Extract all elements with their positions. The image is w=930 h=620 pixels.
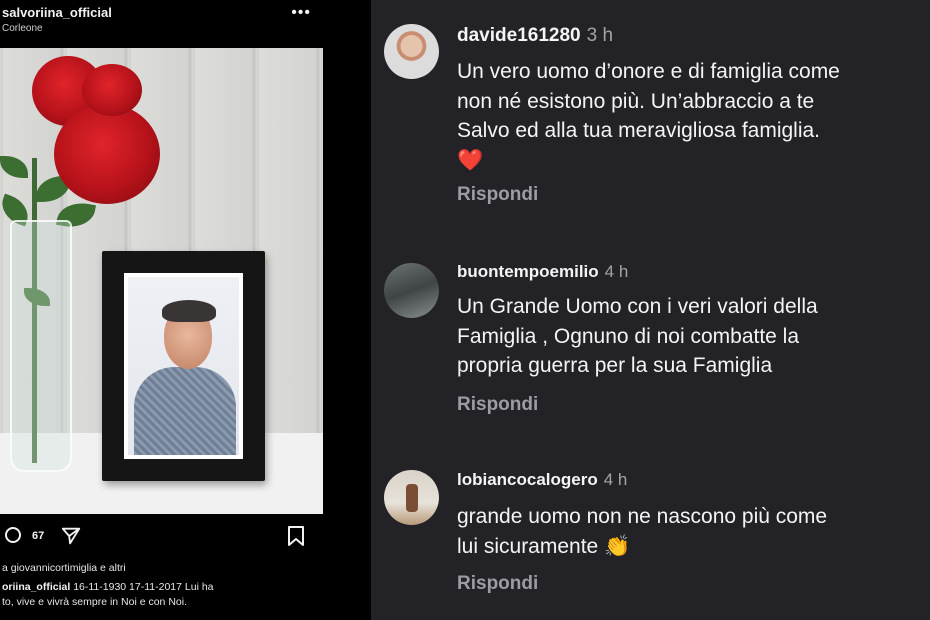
comment-time: 4 h <box>603 470 628 489</box>
reply-button[interactable]: Rispondi <box>457 394 538 416</box>
heart-emoji: ❤️ <box>457 148 484 172</box>
comment-line: Un vero uomo d’onore e di famiglia come <box>457 60 840 83</box>
comment-username-text[interactable]: davide161280 <box>457 25 581 46</box>
reply-button[interactable]: Rispondi <box>457 573 538 595</box>
comment-count: 67 <box>32 530 45 542</box>
comment-time: 4 h <box>604 262 629 281</box>
comment-line: grande uomo non ne nascono più come <box>457 505 828 528</box>
bookmark-icon[interactable] <box>286 525 306 547</box>
frame-mat <box>124 273 243 459</box>
reply-button[interactable]: Rispondi <box>457 184 538 206</box>
comment-username[interactable]: lobiancocalogero 4 h <box>457 470 627 490</box>
comment-username[interactable]: buontempoemilio 4 h <box>457 262 628 282</box>
comment-username-text[interactable]: lobiancocalogero <box>457 470 598 489</box>
caption-text-line2: to, vive e vivrà sempre in Noi e con Noi… <box>2 596 187 608</box>
avatar[interactable] <box>384 470 439 525</box>
comment-line: Salvo ed alla tua meravigliosa famiglia. <box>457 119 821 142</box>
post-header: salvoriina_official Corleone ••• <box>0 0 323 46</box>
share-icon[interactable] <box>60 525 82 547</box>
portrait-hair <box>162 300 216 322</box>
comment-text: Un vero uomo d’onore e di famiglia come … <box>457 57 927 175</box>
photo-frame <box>102 251 265 481</box>
comment-text: Un Grande Uomo con i veri valori della F… <box>457 292 927 381</box>
comments-panel: davide161280 3 h Un vero uomo d’onore e d… <box>371 0 930 620</box>
post-photo[interactable] <box>0 48 323 514</box>
comment-line: Un Grande Uomo con i veri valori della <box>457 295 818 318</box>
post-caption: oriina_official 16-11-1930 17-11-2017 Lu… <box>2 580 322 610</box>
portrait-photo <box>128 277 239 455</box>
comment-line: Famiglia , Ognuno di noi combatte la <box>457 324 800 348</box>
rose <box>54 104 160 204</box>
comment-username-text[interactable]: buontempoemilio <box>457 262 599 281</box>
rose <box>82 64 142 116</box>
comment-time: 3 h <box>586 25 614 46</box>
caption-username[interactable]: oriina_official <box>2 581 70 593</box>
comment-line: lui sicuramente 👏 <box>457 534 631 558</box>
instagram-post: salvoriina_official Corleone ••• 67 a gi… <box>0 0 323 620</box>
comment-text: grande uomo non ne nascono più come lui … <box>457 502 927 561</box>
post-username[interactable]: salvoriina_official <box>2 5 112 20</box>
comment-icon[interactable] <box>5 527 21 543</box>
more-options-icon[interactable]: ••• <box>291 4 311 22</box>
avatar[interactable] <box>384 263 439 318</box>
post-location[interactable]: Corleone <box>2 23 43 34</box>
post-actions: 67 <box>0 522 323 552</box>
likes-text[interactable]: a giovannicortimiglia e altri <box>2 562 126 574</box>
caption-text: 16-11-1930 17-11-2017 Lui ha <box>73 581 214 593</box>
comment-line: propria guerra per la sua Famiglia <box>457 354 773 377</box>
comment-username[interactable]: davide161280 3 h <box>457 25 613 47</box>
glass-vase <box>10 220 72 472</box>
avatar[interactable] <box>384 24 439 79</box>
portrait-shirt <box>134 367 236 455</box>
comment-line: non né esistono più. Un’abbraccio a te <box>457 89 815 113</box>
